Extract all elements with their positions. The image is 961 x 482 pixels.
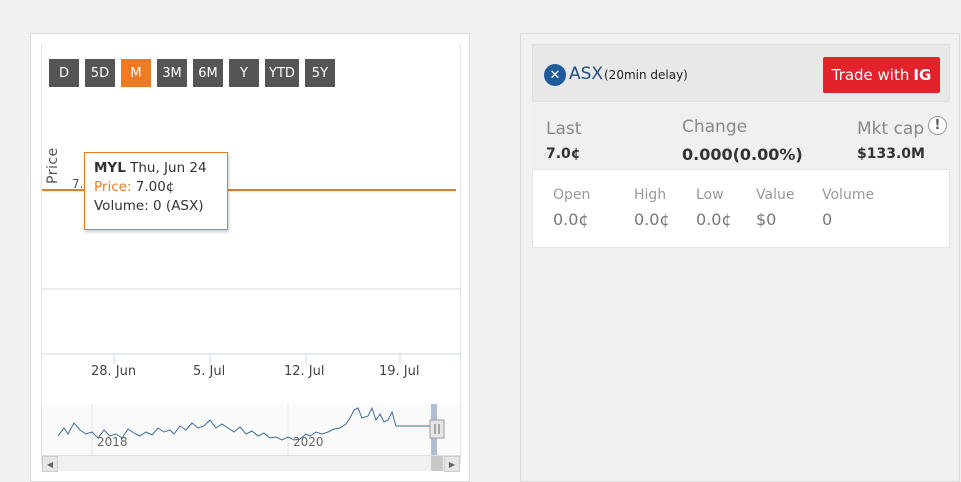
range-button-3m[interactable]: 3M [157,59,187,87]
navigator-year-label: 2020 [293,435,324,449]
tooltip-header: MYL Thu, Jun 24 [94,159,218,178]
chart-panel: 7. Price D 5D M 3M 6M Y YTD 5Y MYL Thu, … [30,33,470,482]
tooltip-price-label: Price: [94,179,132,195]
range-button-d[interactable]: D [49,59,79,87]
mktcap-value: $133.0M [857,146,925,162]
range-button-ytd[interactable]: YTD [265,59,299,87]
scroll-thumb[interactable] [431,456,443,471]
x-tick-label: 28. Jun [91,364,137,379]
asx-logo-icon: ✕ [544,64,566,86]
sub-stats: Open 0.0¢ High 0.0¢ Low 0.0¢ Value $0 Vo… [532,169,950,248]
plot-area: 7. [41,44,462,464]
tooltip-symbol: MYL [94,160,126,176]
y-tick-label: 7. [72,177,83,191]
last-value: 7.0¢ [546,146,581,162]
value-value: $0 [756,210,777,229]
navigator-handle [429,419,445,439]
low-label: Low [696,187,724,203]
range-button-6m[interactable]: 6M [193,59,223,87]
volume-value: 0 [822,210,833,229]
y-axis-title: Price [45,147,61,184]
x-tick-label: 19. Jul [379,364,420,379]
open-label: Open [553,187,591,203]
range-button-y[interactable]: Y [229,59,259,87]
change-value: 0.000(0.00%) [682,145,803,164]
open-value: 0.0¢ [553,210,589,229]
range-button-m[interactable]: M [121,59,151,87]
tooltip-volume: Volume: 0 (ASX) [94,198,204,214]
scroll-right-arrow-icon[interactable]: ▶ [444,456,460,472]
tooltip-date: Thu, Jun 24 [130,160,207,176]
main-chart-svg: 7. [42,177,462,364]
quote-header: ✕ ASX (20min delay) Trade with IG [532,44,950,102]
chart-tooltip: MYL Thu, Jun 24 Price: 7.00¢ Volume: 0 (… [84,152,228,230]
volume-label: Volume [822,187,875,203]
x-tick-label: 5. Jul [193,364,226,379]
delay-note: (20min delay) [604,68,688,82]
quote-panel: ✕ ASX (20min delay) Trade with IG Last 7… [520,33,960,482]
range-button-5y[interactable]: 5Y [304,59,335,87]
exchange-name: ASX [569,64,604,84]
value-label: Value [756,187,795,203]
trade-with-ig-button[interactable]: Trade with IG [823,57,940,93]
range-button-5d[interactable]: 5D [85,59,115,87]
navigator-scrollbar[interactable]: ◀ ▶ [42,455,460,472]
tooltip-price-value: 7.00¢ [135,179,175,195]
x-tick-label: 12. Jul [284,364,325,379]
low-value: 0.0¢ [696,210,732,229]
info-icon[interactable]: ! [928,116,947,135]
high-value: 0.0¢ [634,210,670,229]
last-label: Last [546,119,582,139]
change-label: Change [682,117,748,137]
mktcap-label: Mkt cap [857,119,925,139]
scroll-left-arrow-icon[interactable]: ◀ [42,456,58,472]
navigator-year-label: 2018 [97,435,128,449]
main-stats: Last 7.0¢ Change 0.000(0.00%) Mkt cap $1… [532,102,950,169]
range-selector: D 5D M 3M 6M Y YTD 5Y [49,59,335,87]
tooltip-price-row: Price: 7.00¢ [94,178,218,197]
high-label: High [634,187,667,203]
ig-brand: IG [913,66,932,84]
trade-button-label: Trade with [831,66,910,84]
